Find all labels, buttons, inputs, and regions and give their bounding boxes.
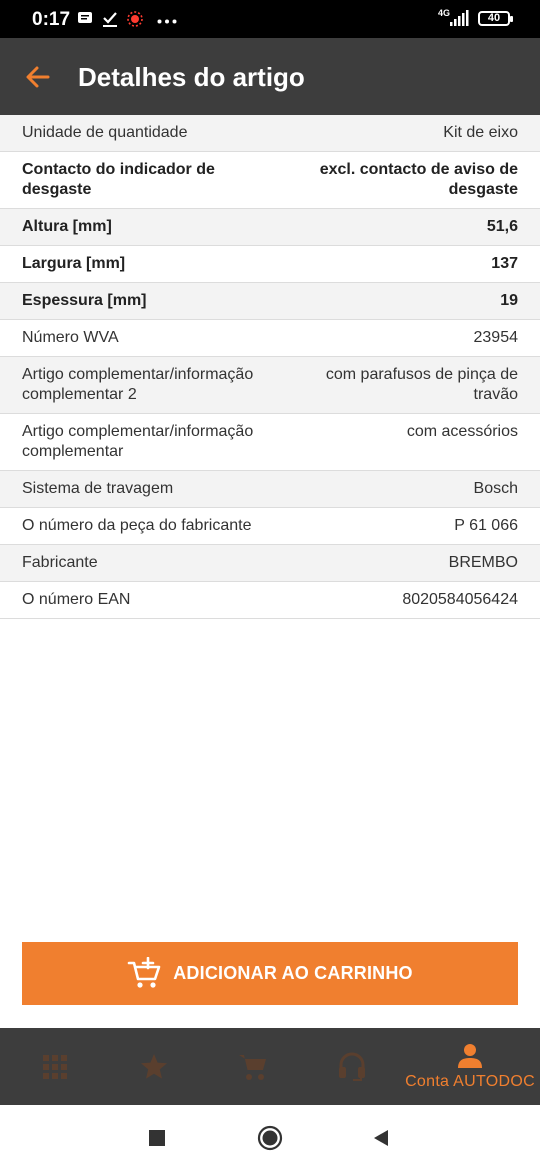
detail-row: Sistema de travagem Bosch [0, 471, 540, 508]
battery-level: 40 [487, 12, 501, 24]
detail-label: Espessura [mm] [22, 292, 147, 309]
person-icon [458, 1043, 482, 1068]
download-done-icon [103, 12, 117, 27]
detail-label: Contacto do indicador de desgaste [22, 161, 215, 198]
detail-row: O número EAN 8020584056424 [0, 582, 540, 619]
detail-label: Unidade de quantidade [22, 124, 188, 141]
detail-value: Kit de eixo [443, 124, 518, 141]
add-to-cart-button[interactable]: ADICIONAR AO CARRINHO [22, 942, 518, 1005]
nav-favorites[interactable] [129, 1028, 179, 1105]
app-bar: Detalhes do artigo [0, 38, 540, 115]
record-icon [127, 11, 143, 27]
battery-icon: 40 [478, 10, 513, 26]
detail-value: 23954 [473, 329, 519, 346]
detail-label: Fabricante [22, 554, 98, 571]
detail-value: 8020584056424 [402, 591, 518, 608]
detail-row: Altura [mm] 51,6 [0, 209, 540, 246]
detail-value: 137 [491, 255, 518, 272]
add-to-cart-label: ADICIONAR AO CARRINHO [173, 963, 413, 983]
detail-row: Artigo complementar/informação complemen… [0, 414, 540, 471]
nav-account-label: Conta AUTODOC [405, 1072, 535, 1090]
detail-row: Artigo complementar/informação complemen… [0, 357, 540, 414]
signal-icon [450, 10, 469, 26]
detail-row: Contacto do indicador de desgaste excl. … [0, 152, 540, 209]
headset-icon [339, 1052, 365, 1081]
star-icon [141, 1054, 167, 1079]
detail-row: Número WVA 23954 [0, 320, 540, 357]
detail-row: Largura [mm] 137 [0, 246, 540, 283]
detail-value: com acessórios [406, 423, 518, 440]
detail-label: O número EAN [22, 591, 131, 608]
detail-value: 19 [500, 292, 518, 309]
home-button[interactable] [257, 1125, 283, 1151]
detail-value: excl. contacto de aviso de desgaste [319, 161, 518, 198]
cart-icon [239, 1054, 266, 1080]
back-button[interactable] [372, 1129, 390, 1147]
detail-label: O número da peça do fabricante [22, 517, 252, 534]
status-bar: 0:17 4G 40 [0, 0, 540, 38]
nav-support[interactable] [327, 1028, 377, 1105]
detail-value: 51,6 [486, 218, 518, 235]
detail-label: Artigo complementar/informação complemen… [22, 366, 254, 403]
add-to-cart-icon [127, 956, 161, 988]
recents-button[interactable] [149, 1130, 165, 1146]
detail-value: com parafusos de pinça de travão [325, 366, 518, 403]
grid-icon [43, 1054, 67, 1079]
detail-label: Altura [mm] [22, 218, 112, 235]
nav-cart[interactable] [228, 1028, 278, 1105]
bottom-nav: Conta AUTODOC [0, 1028, 540, 1105]
nav-catalog[interactable] [30, 1028, 80, 1105]
detail-label: Sistema de travagem [22, 480, 174, 497]
detail-label: Artigo complementar/informação complemen… [22, 423, 254, 460]
detail-value: Bosch [473, 480, 518, 497]
status-time: 0:17 [32, 9, 71, 30]
detail-value: P 61 066 [454, 517, 518, 534]
details-table: Unidade de quantidade Kit de eixo Contac… [0, 115, 540, 619]
network-type: 4G [437, 8, 450, 18]
nav-account[interactable]: Conta AUTODOC [400, 1028, 540, 1105]
detail-row: Unidade de quantidade Kit de eixo [0, 115, 540, 152]
detail-row: O número da peça do fabricante P 61 066 [0, 508, 540, 545]
status-right: 4G 40 [437, 8, 513, 26]
detail-row: Espessura [mm] 19 [0, 283, 540, 320]
page-title: Detalhes do artigo [78, 62, 305, 92]
more-icon [157, 19, 177, 24]
detail-value: BREMBO [448, 554, 518, 571]
detail-label: Largura [mm] [22, 255, 126, 272]
message-icon [78, 12, 92, 23]
detail-label: Número WVA [22, 329, 119, 346]
back-arrow-icon[interactable] [24, 63, 52, 91]
system-nav [0, 1105, 540, 1170]
detail-row: Fabricante BREMBO [0, 545, 540, 582]
